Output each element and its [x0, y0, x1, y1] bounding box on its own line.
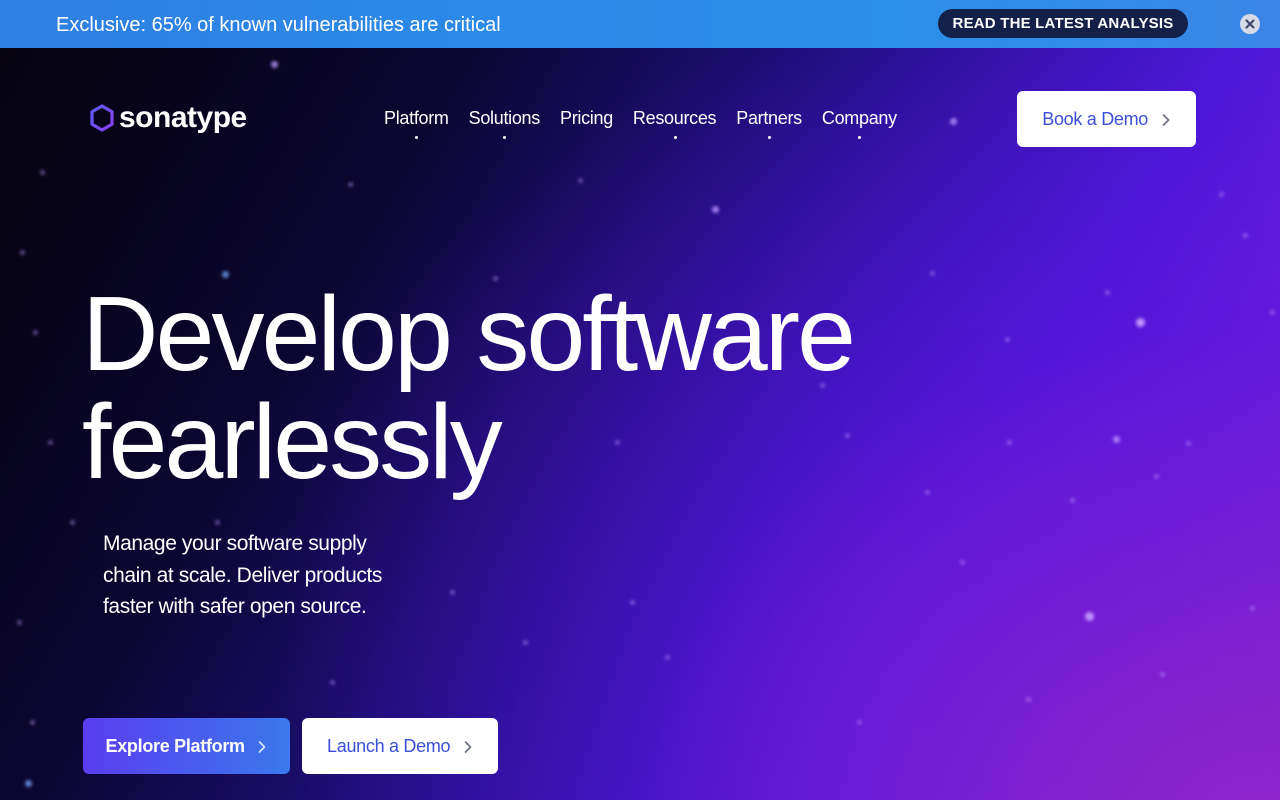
star: [1154, 474, 1159, 479]
star: [33, 330, 38, 335]
star: [712, 206, 719, 213]
hero-title: Develop software fearlessly: [82, 280, 982, 496]
nav-item-resources[interactable]: Resources: [632, 105, 717, 139]
dropdown-indicator-icon: [768, 136, 772, 139]
star: [271, 61, 278, 68]
star: [1250, 606, 1255, 611]
star: [665, 655, 670, 660]
star: [20, 250, 25, 255]
star: [1007, 440, 1012, 445]
star: [1113, 436, 1120, 443]
explore-platform-label: Explore Platform: [105, 736, 246, 756]
close-icon[interactable]: [1240, 14, 1260, 34]
star: [1186, 441, 1191, 446]
star: [1005, 337, 1010, 342]
hexagon-logo-icon: [90, 104, 114, 132]
star: [17, 620, 22, 625]
nav-item-label: Platform: [384, 108, 449, 128]
dropdown-indicator-icon: [415, 136, 419, 139]
star: [1219, 192, 1224, 197]
nav-item-label: Solutions: [468, 108, 541, 128]
star: [48, 440, 53, 445]
star: [857, 720, 862, 725]
dropdown-indicator-icon: [858, 136, 862, 139]
announcement-text: Exclusive: 65% of known vulnerabilities …: [56, 14, 501, 36]
star: [330, 680, 335, 685]
star: [578, 178, 583, 183]
dropdown-indicator-icon: [503, 136, 507, 139]
page: Exclusive: 65% of known vulnerabilities …: [0, 0, 1280, 800]
main-nav: Platform Solutions Pricing Resources Par…: [384, 105, 897, 139]
star: [215, 520, 220, 525]
launch-demo-label: Launch a Demo: [327, 736, 451, 756]
read-analysis-button[interactable]: READ THE LATEST ANALYSIS: [938, 9, 1188, 38]
star: [930, 271, 935, 276]
nav-item-pricing[interactable]: Pricing: [560, 105, 613, 131]
book-demo-button[interactable]: Book a Demo: [1017, 91, 1196, 147]
star: [348, 182, 353, 187]
star: [1243, 233, 1248, 238]
star: [950, 118, 957, 125]
nav-item-label: Pricing: [559, 108, 613, 128]
star: [1270, 310, 1275, 315]
star: [1136, 318, 1145, 327]
announcement-bar: Exclusive: 65% of known vulnerabilities …: [0, 0, 1280, 48]
chevron-right-icon: [464, 741, 472, 754]
launch-demo-button[interactable]: Launch a Demo: [302, 718, 498, 774]
nav-item-solutions[interactable]: Solutions: [468, 105, 541, 139]
star: [1070, 498, 1075, 503]
star: [1026, 697, 1031, 702]
nav-item-label: Company: [821, 108, 897, 128]
logo[interactable]: sonatype: [89, 100, 247, 136]
star: [30, 720, 35, 725]
star: [523, 640, 528, 645]
star: [40, 170, 45, 175]
star: [450, 590, 455, 595]
hero-subtitle: Manage your software supply chain at sca…: [103, 532, 383, 618]
chevron-right-icon: [259, 741, 266, 754]
nav-item-label: Resources: [632, 108, 717, 128]
nav-item-label: Partners: [736, 108, 802, 128]
book-demo-label: Book a Demo: [1042, 109, 1149, 129]
explore-platform-button[interactable]: Explore Platform: [83, 718, 290, 774]
star: [1160, 672, 1165, 677]
star: [70, 520, 75, 525]
nav-item-platform[interactable]: Platform: [384, 105, 449, 139]
star: [1085, 612, 1094, 621]
nav-item-partners[interactable]: Partners: [736, 105, 802, 139]
chevron-right-icon: [1162, 114, 1170, 127]
star: [1105, 290, 1110, 295]
dropdown-indicator-icon: [673, 136, 677, 139]
nav-item-company[interactable]: Company: [821, 105, 897, 139]
star: [960, 560, 965, 565]
star: [25, 780, 32, 787]
star: [630, 600, 635, 605]
logo-text: sonatype: [119, 101, 247, 134]
hero-title-line-2: fearlessly: [82, 383, 503, 501]
hero-title-line-1: Develop software: [82, 275, 856, 393]
